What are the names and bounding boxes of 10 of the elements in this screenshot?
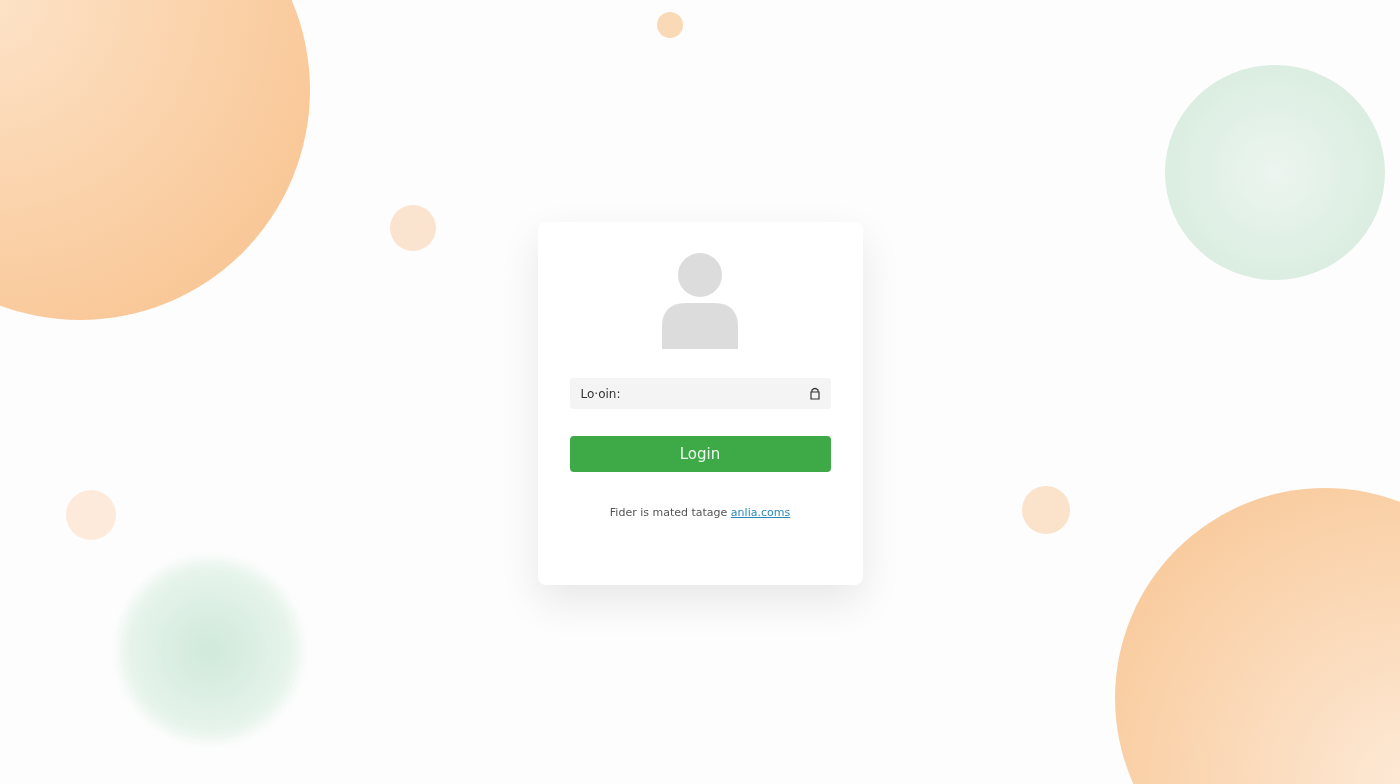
login-button[interactable]: Login	[569, 436, 831, 472]
decorative-dot	[390, 205, 436, 251]
user-silhouette-icon	[660, 253, 740, 349]
decorative-dot	[66, 490, 116, 540]
footer-link[interactable]: anlia.coms	[730, 506, 791, 519]
lock-icon	[809, 387, 820, 400]
username-field[interactable]: Lo·oin:	[569, 378, 831, 409]
decorative-dot	[657, 12, 683, 38]
footer-text: Fider is mated tatage anlia.coms	[609, 506, 791, 519]
decorative-dot	[1022, 486, 1070, 534]
